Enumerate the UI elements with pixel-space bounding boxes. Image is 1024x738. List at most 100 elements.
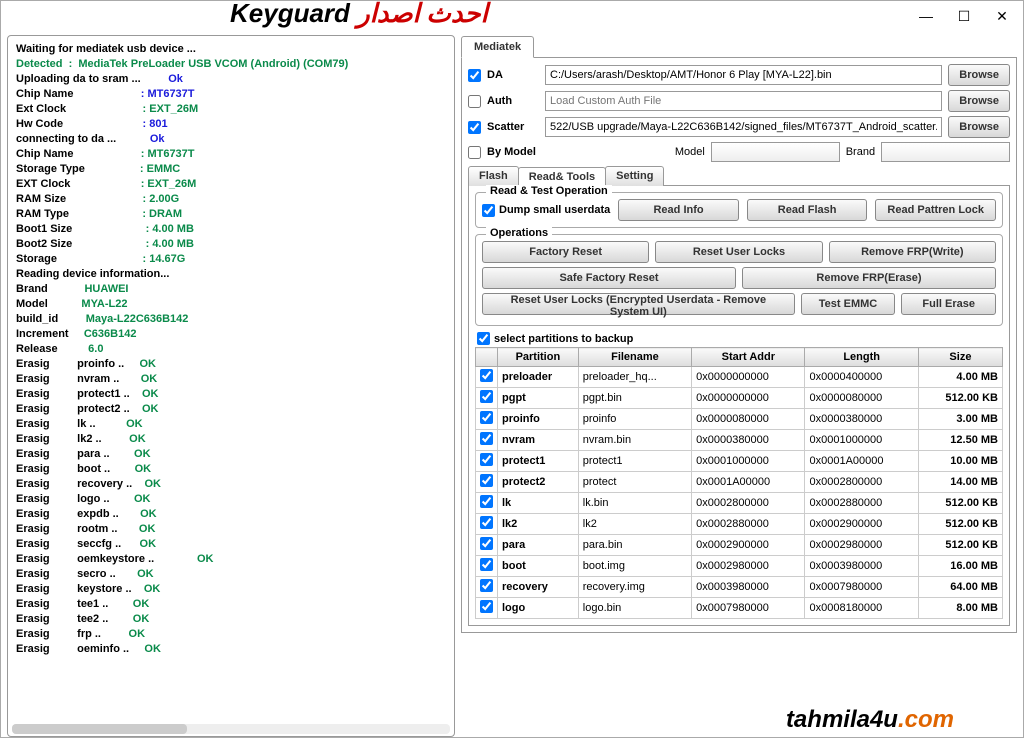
- reset-encrypted-button[interactable]: Reset User Locks (Encrypted Userdata - R…: [482, 293, 795, 315]
- row-checkbox[interactable]: [480, 516, 493, 529]
- tab-setting[interactable]: Setting: [605, 166, 664, 186]
- row-checkbox[interactable]: [480, 390, 493, 403]
- model-select[interactable]: [711, 142, 840, 162]
- log-erase-status: OK: [126, 418, 143, 430]
- reset-user-locks-button[interactable]: Reset User Locks: [655, 241, 822, 263]
- th-filename[interactable]: Filename: [578, 348, 691, 367]
- full-erase-button[interactable]: Full Erase: [901, 293, 996, 315]
- log-erase-status: OK: [135, 463, 152, 475]
- row-checkbox[interactable]: [480, 432, 493, 445]
- row-checkbox[interactable]: [480, 411, 493, 424]
- log-brand-label: Brand: [16, 283, 48, 295]
- read-info-button[interactable]: Read Info: [618, 199, 739, 221]
- log-erase-part: expdb ..: [77, 508, 119, 520]
- close-button[interactable]: ✕: [983, 5, 1021, 27]
- maximize-button[interactable]: ☐: [945, 5, 983, 27]
- table-row[interactable]: lk2lk20x00028800000x0002900000512.00 KB: [476, 514, 1003, 535]
- brand-select[interactable]: [881, 142, 1010, 162]
- table-row[interactable]: nvramnvram.bin0x00003800000x000100000012…: [476, 430, 1003, 451]
- table-row[interactable]: lklk.bin0x00028000000x0002880000512.00 K…: [476, 493, 1003, 514]
- row-filename: protect: [578, 472, 691, 493]
- da-input[interactable]: [545, 65, 942, 85]
- select-partitions-checkbox[interactable]: [477, 332, 490, 345]
- row-filename: recovery.img: [578, 577, 691, 598]
- bymodel-checkbox[interactable]: [468, 146, 481, 159]
- table-row[interactable]: bootboot.img0x00029800000x000398000016.0…: [476, 556, 1003, 577]
- table-row[interactable]: preloaderpreloader_hq...0x00000000000x00…: [476, 367, 1003, 388]
- table-row[interactable]: parapara.bin0x00029000000x0002980000512.…: [476, 535, 1003, 556]
- da-label: DA: [487, 69, 539, 81]
- table-row[interactable]: recoveryrecovery.img0x00039800000x000798…: [476, 577, 1003, 598]
- log-erase-label: Erasig: [16, 643, 50, 655]
- da-checkbox[interactable]: [468, 69, 481, 82]
- log-scrollbar[interactable]: [12, 724, 450, 734]
- factory-reset-button[interactable]: Factory Reset: [482, 241, 649, 263]
- test-emmc-button[interactable]: Test EMMC: [801, 293, 896, 315]
- auth-input[interactable]: [545, 91, 942, 111]
- row-startaddr: 0x0000000000: [692, 367, 805, 388]
- minimize-button[interactable]: —: [907, 5, 945, 27]
- log-erase-label: Erasig: [16, 568, 50, 580]
- scatter-input[interactable]: [545, 117, 942, 137]
- log-chip-val: : MT6737T: [141, 88, 195, 100]
- header-keyguard: Keyguard: [230, 0, 350, 28]
- log-erase-status: OK: [142, 403, 159, 415]
- log-erase-label: Erasig: [16, 373, 50, 385]
- row-size: 512.00 KB: [918, 388, 1002, 409]
- row-size: 8.00 MB: [918, 598, 1002, 619]
- remove-frp-write-button[interactable]: Remove FRP(Write): [829, 241, 996, 263]
- auth-checkbox[interactable]: [468, 95, 481, 108]
- table-row[interactable]: pgptpgpt.bin0x00000000000x0000080000512.…: [476, 388, 1003, 409]
- row-partition: preloader: [498, 367, 579, 388]
- row-checkbox[interactable]: [480, 495, 493, 508]
- safe-factory-reset-button[interactable]: Safe Factory Reset: [482, 267, 736, 289]
- row-checkbox[interactable]: [480, 369, 493, 382]
- log-erase-status: OK: [134, 493, 151, 505]
- log-erase-status: OK: [139, 358, 156, 370]
- row-checkbox[interactable]: [480, 579, 493, 592]
- row-checkbox[interactable]: [480, 537, 493, 550]
- row-checkbox[interactable]: [480, 558, 493, 571]
- row-filename: logo.bin: [578, 598, 691, 619]
- log-ramsize-label: RAM Size: [16, 193, 66, 205]
- row-filename: preloader_hq...: [578, 367, 691, 388]
- th-partition[interactable]: Partition: [498, 348, 579, 367]
- log-erase-part: seccfg ..: [77, 538, 121, 550]
- log-erase-status: OK: [140, 538, 157, 550]
- log-connect-label: connecting to da ...: [16, 133, 116, 145]
- footer-dot: .: [898, 706, 905, 733]
- log-erase-status: OK: [139, 523, 156, 535]
- scatter-browse-button[interactable]: Browse: [948, 116, 1010, 138]
- log-erase-label: Erasig: [16, 538, 50, 550]
- row-checkbox[interactable]: [480, 474, 493, 487]
- read-pattern-button[interactable]: Read Pattren Lock: [875, 199, 996, 221]
- th-length[interactable]: Length: [805, 348, 918, 367]
- row-length: 0x0007980000: [805, 577, 918, 598]
- tab-mediatek[interactable]: Mediatek: [461, 36, 534, 58]
- da-browse-button[interactable]: Browse: [948, 64, 1010, 86]
- row-startaddr: 0x0001000000: [692, 451, 805, 472]
- th-startaddr[interactable]: Start Addr: [692, 348, 805, 367]
- th-size[interactable]: Size: [918, 348, 1002, 367]
- row-checkbox[interactable]: [480, 453, 493, 466]
- partition-table: Partition Filename Start Addr Length Siz…: [475, 347, 1003, 619]
- table-row[interactable]: protect1protect10x00010000000x0001A00000…: [476, 451, 1003, 472]
- table-row[interactable]: logologo.bin0x00079800000x00081800008.00…: [476, 598, 1003, 619]
- scatter-checkbox[interactable]: [468, 121, 481, 134]
- remove-frp-erase-button[interactable]: Remove FRP(Erase): [742, 267, 996, 289]
- log-erase-label: Erasig: [16, 433, 50, 445]
- table-row[interactable]: protect2protect0x0001A000000x00028000001…: [476, 472, 1003, 493]
- row-checkbox[interactable]: [480, 600, 493, 613]
- row-size: 3.00 MB: [918, 409, 1002, 430]
- log-extclock-label: Ext Clock: [16, 103, 66, 115]
- dump-checkbox[interactable]: [482, 204, 495, 217]
- log-release-val: 6.0: [88, 343, 103, 355]
- read-flash-button[interactable]: Read Flash: [747, 199, 868, 221]
- tab-flash[interactable]: Flash: [468, 166, 519, 186]
- row-size: 4.00 MB: [918, 367, 1002, 388]
- footer-com: com: [905, 706, 954, 733]
- table-row[interactable]: proinfoproinfo0x00000800000x00003800003.…: [476, 409, 1003, 430]
- tab-read-tools[interactable]: Read& Tools: [518, 167, 606, 187]
- row-size: 512.00 KB: [918, 493, 1002, 514]
- auth-browse-button[interactable]: Browse: [948, 90, 1010, 112]
